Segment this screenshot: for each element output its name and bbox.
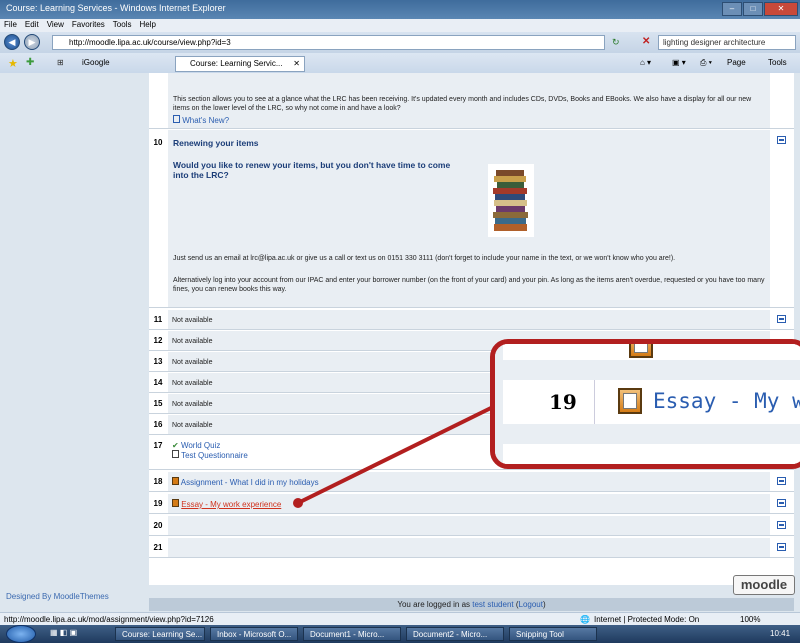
zoom-essay-text: Essay - My w	[653, 389, 800, 413]
callout-pointer	[293, 403, 498, 508]
quick-launch-icons[interactable]: ▦ ◧ ▣	[50, 628, 77, 637]
clock[interactable]: 10:41	[770, 629, 790, 638]
status-bar: http://moodle.lipa.ac.uk/mod/assignment/…	[0, 612, 800, 625]
taskbar-item-label: Course: Learning Se...	[122, 630, 203, 639]
zoom-number: 19	[549, 390, 577, 414]
zoom-callout: 19 Essay - My w	[490, 339, 800, 469]
security-zone[interactable]: Internet | Protected Mode: On	[594, 615, 699, 624]
taskbar-item-ie[interactable]: Course: Learning Se...	[115, 627, 205, 641]
taskbar-item-doc2[interactable]: Document2 - Micro...	[406, 627, 504, 641]
zoom-assignment-icon-partial	[629, 344, 653, 358]
taskbar-item-label: Snipping Tool	[516, 630, 564, 639]
zoom-inner: 19 Essay - My w	[495, 344, 800, 464]
zoom-row-top	[503, 344, 800, 360]
zoom-level[interactable]: 100%	[740, 615, 760, 624]
taskbar-item-snipping[interactable]: Snipping Tool	[509, 627, 597, 641]
taskbar: ▦ ◧ ▣ Course: Learning Se... Inbox - Mic…	[0, 625, 800, 643]
globe-icon: 🌐	[580, 615, 590, 624]
taskbar-item-label: Document1 - Micro...	[310, 630, 385, 639]
taskbar-item-label: Document2 - Micro...	[413, 630, 488, 639]
zoom-row-19: 19 Essay - My w	[503, 380, 800, 424]
taskbar-item-label: Inbox - Microsoft O...	[217, 630, 292, 639]
taskbar-item-outlook[interactable]: Inbox - Microsoft O...	[210, 627, 298, 641]
zoom-assignment-icon	[618, 388, 642, 414]
status-url: http://moodle.lipa.ac.uk/mod/assignment/…	[4, 615, 214, 624]
start-button[interactable]	[6, 625, 36, 643]
taskbar-item-doc1[interactable]: Document1 - Micro...	[303, 627, 401, 641]
zoom-row-bottom	[503, 444, 800, 464]
zoom-number-cell: 19	[503, 380, 595, 424]
